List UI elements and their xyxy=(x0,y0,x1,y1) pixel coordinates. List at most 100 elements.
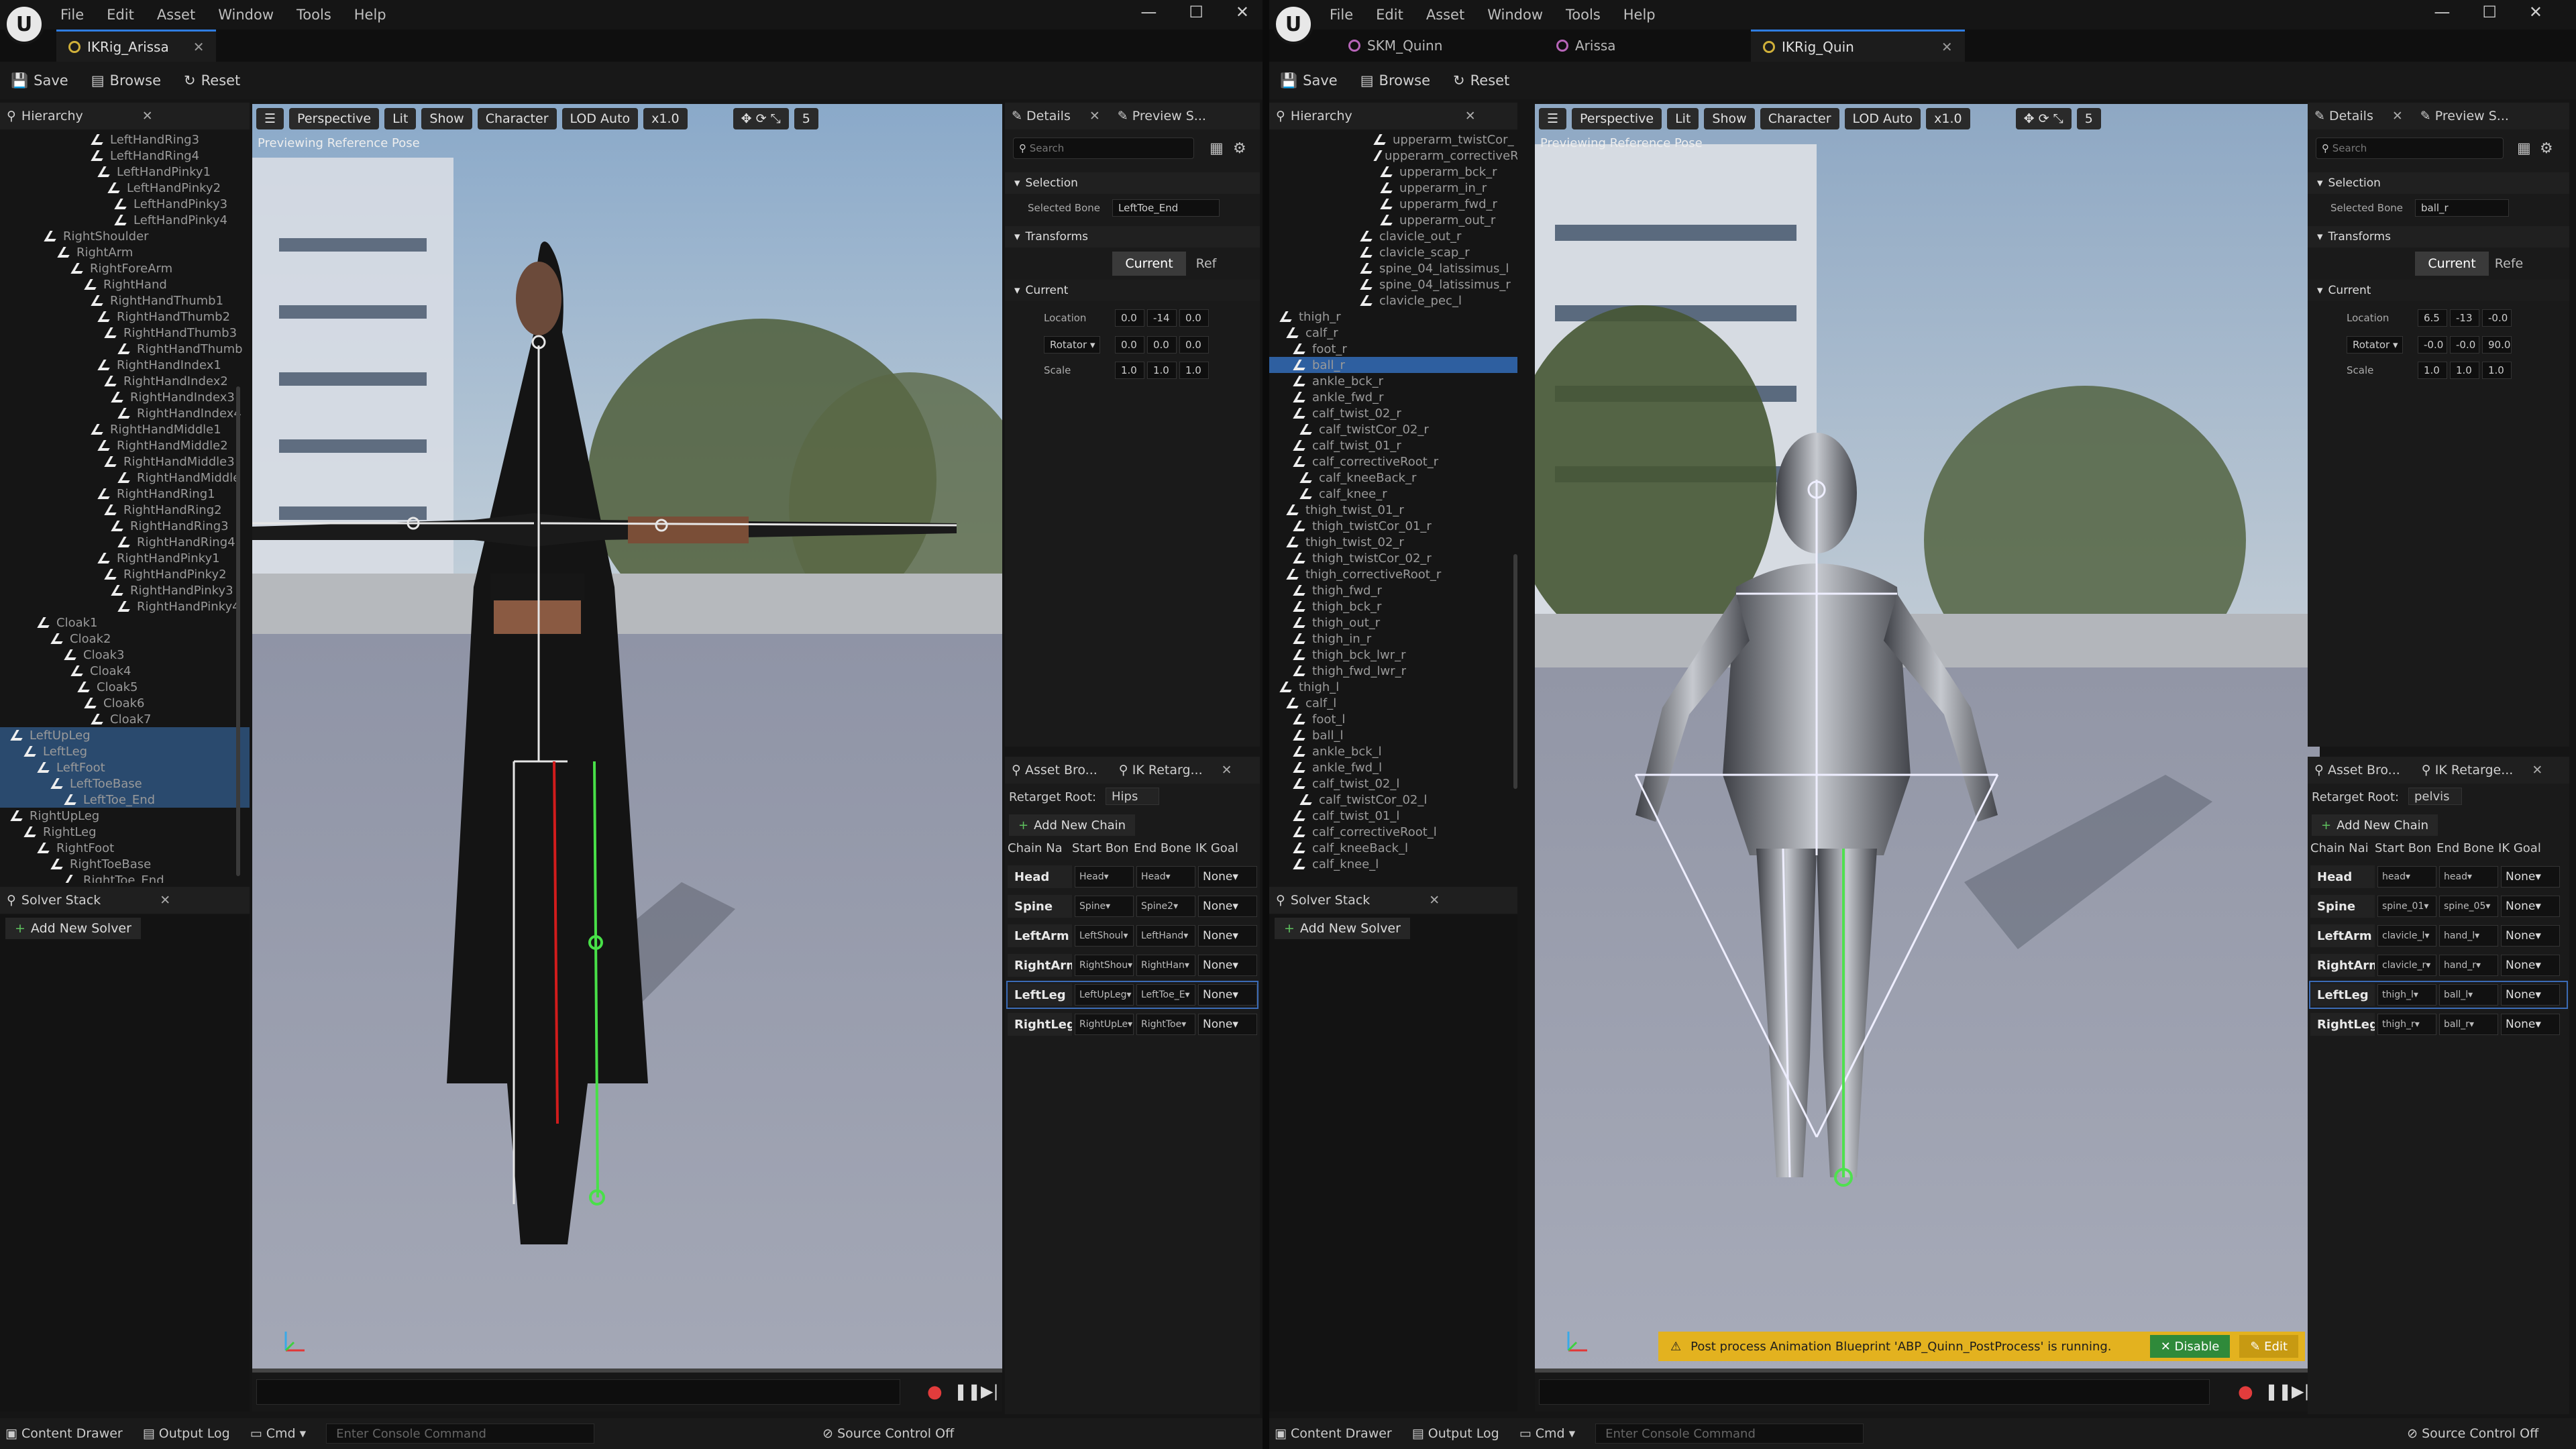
viewport-menu-button[interactable]: ☰ xyxy=(256,108,284,129)
bone-row[interactable]: Cloak5 xyxy=(0,679,250,695)
reference-toggle-button[interactable]: Refe xyxy=(2489,252,2529,276)
close-panel-icon[interactable]: ✕ xyxy=(1465,109,1476,123)
bone-row[interactable]: RightHandThumb2 xyxy=(0,309,250,325)
bone-row[interactable]: LeftHandPinky2 xyxy=(0,180,250,196)
maximize-icon[interactable]: ☐ xyxy=(1189,3,1203,21)
bone-row[interactable]: RightHandIndex2 xyxy=(0,373,250,389)
chain-row[interactable]: LeftLeg thigh_l ▾ ball_l ▾ None ▾ xyxy=(2309,981,2568,1009)
bone-row[interactable]: Cloak7 xyxy=(0,711,250,727)
tab-ikrig-quin[interactable]: IKRig_Quin ✕ xyxy=(1751,30,1965,62)
rotation-x-field[interactable]: 0.0 xyxy=(1115,336,1144,354)
close-tab-icon[interactable]: ✕ xyxy=(1941,39,1953,55)
unreal-logo[interactable]: U xyxy=(1273,4,1313,44)
bone-row[interactable]: thigh_twistCor_01_r xyxy=(1269,518,1517,534)
rotation-y-field[interactable]: 0.0 xyxy=(1147,336,1177,354)
bone-row[interactable]: calf_correctiveRoot_r xyxy=(1269,453,1517,470)
bone-row[interactable]: calf_correctiveRoot_l xyxy=(1269,824,1517,840)
selected-bone-field[interactable]: LeftToe_End xyxy=(1112,199,1220,217)
bone-row[interactable]: calf_twist_02_r xyxy=(1269,405,1517,421)
chain-row[interactable]: Head head ▾ head ▾ None ▾ xyxy=(2310,864,2567,890)
location-z-field[interactable]: 0.0 xyxy=(1179,309,1209,327)
menu-item-edit[interactable]: Edit xyxy=(1376,7,1403,23)
ik-goal-dropdown[interactable]: None ▾ xyxy=(1198,955,1257,976)
bone-row[interactable]: ball_l xyxy=(1269,727,1517,743)
save-button[interactable]: 💾 Save xyxy=(1280,72,1338,89)
bone-row[interactable]: foot_r xyxy=(1269,341,1517,357)
menu-item-asset[interactable]: Asset xyxy=(157,7,195,23)
chain-name-field[interactable]: Spine xyxy=(1008,895,1072,918)
bone-row[interactable]: thigh_in_r xyxy=(1269,631,1517,647)
close-details-icon[interactable]: ✕ xyxy=(2392,109,2403,123)
end-bone-dropdown[interactable]: Head ▾ xyxy=(1136,866,1195,888)
bone-row[interactable]: RightArm xyxy=(0,244,250,260)
bone-row[interactable]: RightHand xyxy=(0,276,250,292)
bone-row[interactable]: RightHandIndex4 xyxy=(0,405,250,421)
bone-row[interactable]: LeftToeBase xyxy=(0,775,250,792)
preview-settings-tab[interactable]: ✎ Preview S... xyxy=(2420,109,2509,123)
add-new-chain-button[interactable]: + Add New Chain xyxy=(1009,814,1136,836)
bone-row[interactable]: upperarm_in_r xyxy=(1269,180,1517,196)
bone-row[interactable]: RightUpLeg xyxy=(0,808,250,824)
chain-name-field[interactable]: RightArm xyxy=(2310,954,2375,977)
current-toggle-button[interactable]: Current xyxy=(2415,252,2489,276)
bone-row[interactable]: Cloak6 xyxy=(0,695,250,711)
browse-button[interactable]: ▤ Browse xyxy=(1360,72,1430,89)
settings-gear-icon[interactable]: ⚙ xyxy=(1233,140,1246,157)
end-bone-dropdown[interactable]: RightToe ▾ xyxy=(1136,1014,1195,1035)
bone-row[interactable]: foot_l xyxy=(1269,711,1517,727)
bone-row[interactable]: thigh_correctiveRoot_r xyxy=(1269,566,1517,582)
menu-item-help[interactable]: Help xyxy=(1623,7,1656,23)
end-bone-dropdown[interactable]: ball_r ▾ xyxy=(2439,1014,2498,1035)
start-bone-dropdown[interactable]: thigh_r ▾ xyxy=(2377,1014,2436,1035)
start-bone-dropdown[interactable]: Spine ▾ xyxy=(1075,896,1134,917)
add-new-solver-button[interactable]: + Add New Solver xyxy=(1275,918,1410,939)
ik-goal-dropdown[interactable]: None ▾ xyxy=(2501,896,2560,917)
ik-goal-dropdown[interactable]: None ▾ xyxy=(2501,955,2560,976)
bone-row[interactable]: ball_r xyxy=(1269,357,1517,373)
chain-row[interactable]: RightArmclavicle_r ▾hand_r ▾None ▾ xyxy=(2310,953,2567,978)
tab-arissa[interactable]: Arissa xyxy=(1544,30,1628,62)
character-button[interactable]: Character xyxy=(1760,108,1839,129)
bone-row[interactable]: RightHandThumb3 xyxy=(0,325,250,341)
bone-row[interactable]: calf_knee_r xyxy=(1269,486,1517,502)
pause-icon[interactable]: ❚❚ xyxy=(954,1382,981,1401)
lod-button[interactable]: LOD Auto xyxy=(1844,108,1921,129)
bone-row[interactable]: LeftFoot xyxy=(0,759,250,775)
location-y-field[interactable]: -13 xyxy=(2450,309,2479,327)
disable-button[interactable]: ✕ Disable xyxy=(2149,1335,2231,1358)
bone-row[interactable]: thigh_twist_02_r xyxy=(1269,534,1517,550)
asset-browser-tab[interactable]: ⚲ Asset Bro... xyxy=(1012,763,1097,777)
settings-gear-icon[interactable]: ⚙ xyxy=(2540,140,2553,157)
output-log-button[interactable]: ▤ Output Log xyxy=(1412,1426,1499,1441)
start-bone-dropdown[interactable]: Head ▾ xyxy=(1075,866,1134,888)
menu-item-tools[interactable]: Tools xyxy=(297,7,331,23)
ik-goal-dropdown[interactable]: None ▾ xyxy=(2501,866,2560,888)
end-bone-dropdown[interactable]: RightHan ▾ xyxy=(1136,955,1195,976)
end-bone-dropdown[interactable]: head ▾ xyxy=(2439,866,2498,888)
ik-goal-dropdown[interactable]: None ▾ xyxy=(2501,984,2560,1006)
rotation-x-field[interactable]: -0.0 xyxy=(2418,336,2447,354)
step-forward-icon[interactable]: ▶| xyxy=(2292,1382,2310,1401)
bone-row[interactable]: spine_04_latissimus_r xyxy=(1269,276,1517,292)
menu-item-window[interactable]: Window xyxy=(218,7,274,23)
chain-name-field[interactable]: Head xyxy=(2310,865,2375,888)
menu-item-file[interactable]: File xyxy=(60,7,84,23)
bone-row[interactable]: upperarm_fwd_r xyxy=(1269,196,1517,212)
ik-goal-dropdown[interactable]: None ▾ xyxy=(1198,1014,1257,1035)
edit-button[interactable]: ✎ Edit xyxy=(2239,1335,2298,1358)
record-icon[interactable]: ● xyxy=(927,1382,943,1402)
end-bone-dropdown[interactable]: hand_l ▾ xyxy=(2439,925,2498,947)
unreal-logo[interactable]: U xyxy=(4,4,44,44)
bone-row[interactable]: calf_l xyxy=(1269,695,1517,711)
close-tab-icon[interactable]: ✕ xyxy=(193,39,205,55)
chain-row[interactable]: LeftArm LeftShoul ▾ LeftHand ▾ None ▾ xyxy=(1008,923,1257,949)
current-toggle-button[interactable]: Current xyxy=(1112,252,1186,276)
chain-name-field[interactable]: LeftLeg xyxy=(1008,983,1072,1006)
bone-row[interactable]: RightHandRing4 xyxy=(0,534,250,550)
details-search-input[interactable]: ⚲ Search xyxy=(1013,138,1194,159)
bone-row[interactable]: thigh_bck_lwr_r xyxy=(1269,647,1517,663)
bone-row[interactable]: Cloak1 xyxy=(0,614,250,631)
bone-row[interactable]: thigh_twist_01_r xyxy=(1269,502,1517,518)
transforms-section-header[interactable]: ▾ Transforms xyxy=(1005,226,1260,248)
ik-goal-dropdown[interactable]: None ▾ xyxy=(1198,925,1257,947)
